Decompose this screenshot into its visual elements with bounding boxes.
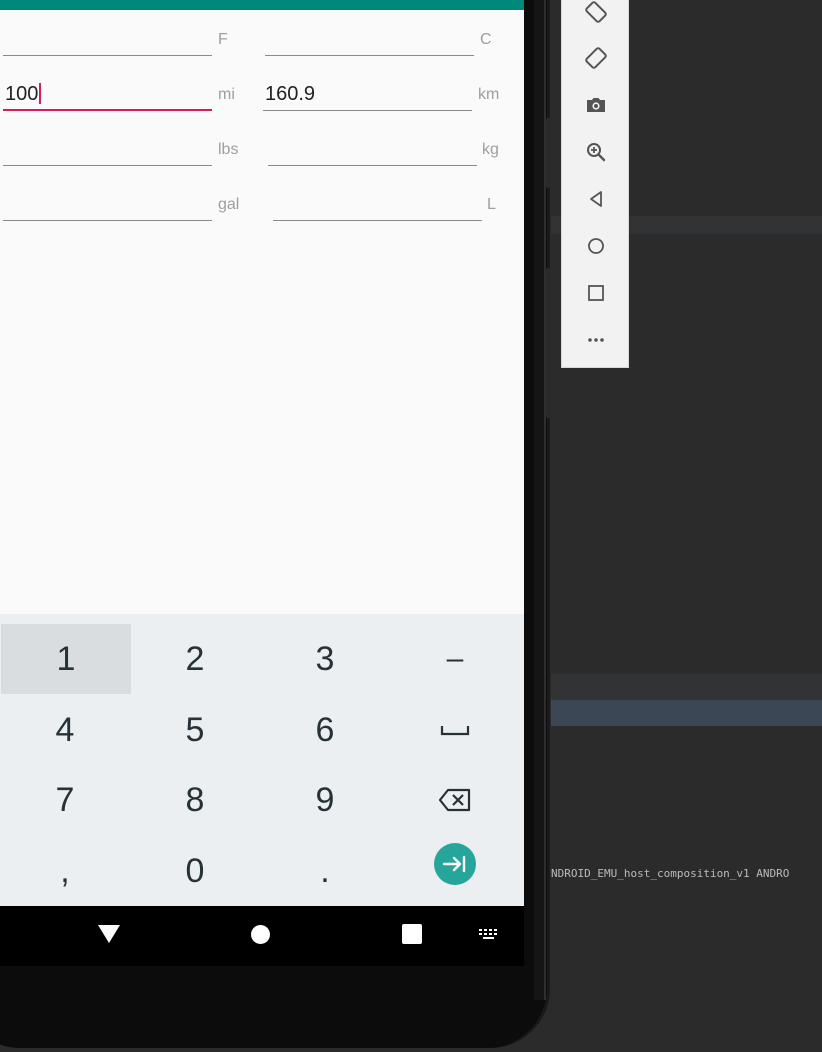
home-icon[interactable] [584,234,608,258]
space-icon [440,726,470,736]
key-period[interactable]: . [260,836,390,906]
celsius-input[interactable] [265,16,474,56]
camera-icon[interactable] [584,93,608,117]
key-space[interactable] [390,695,520,765]
power-button[interactable] [546,268,552,418]
ide-log-line: NDROID_EMU_host_composition_v1 ANDRO [551,867,790,880]
nav-recents-icon[interactable] [402,924,422,944]
volume-button[interactable] [546,118,552,188]
key-comma[interactable]: , [0,836,130,906]
keyboard-switch-icon[interactable] [478,928,500,940]
miles-input-value: 100 [5,83,39,105]
liters-unit-label: L [487,196,496,213]
device-edge [534,0,546,1000]
text-cursor [39,83,42,104]
celsius-unit-label: C [480,31,492,48]
nav-back-icon[interactable] [98,925,120,943]
pounds-input[interactable] [3,126,212,166]
pounds-unit-label: lbs [218,141,239,158]
key-1[interactable]: 1 [1,624,131,694]
key-3[interactable]: 3 [260,624,390,694]
gallons-unit-label: gal [218,196,240,213]
app-bar [0,0,524,10]
key-2[interactable]: 2 [130,624,260,694]
nav-home-icon[interactable] [251,925,270,944]
key-9[interactable]: 9 [260,765,390,835]
device-screen: F C 100 mi 160.9 km lbs kg gal L 1 2 3 – [0,0,524,966]
key-0[interactable]: 0 [130,836,260,906]
ide-log-header [551,674,822,700]
liters-input[interactable] [273,181,482,221]
key-7[interactable]: 7 [0,765,130,835]
fahrenheit-unit-label: F [218,31,228,48]
numeric-keyboard: 1 2 3 – 4 5 6 7 8 9 , 0 . [0,614,524,906]
system-navigation-bar [0,906,524,966]
backspace-icon [438,788,471,812]
rotate-left-icon[interactable] [584,0,608,24]
zoom-in-icon[interactable] [584,140,608,164]
kilograms-unit-label: kg [482,141,499,158]
gallons-input[interactable] [3,181,212,221]
key-8[interactable]: 8 [130,765,260,835]
miles-input[interactable]: 100 [3,71,212,111]
kilometers-unit-label: km [478,86,500,103]
kilometers-input[interactable]: 160.9 [263,71,472,111]
key-backspace[interactable] [390,765,520,835]
more-icon[interactable] [584,328,608,352]
kilograms-input[interactable] [268,126,477,166]
key-minus[interactable]: – [390,624,520,694]
key-5[interactable]: 5 [130,695,260,765]
key-6[interactable]: 6 [260,695,390,765]
key-4[interactable]: 4 [0,695,130,765]
ide-selected-log-line[interactable] [551,700,822,726]
overview-icon[interactable] [584,281,608,305]
next-field-icon [434,843,476,885]
rotate-right-icon[interactable] [584,46,608,70]
back-icon[interactable] [584,187,608,211]
emulator-toolbar [561,0,629,368]
miles-unit-label: mi [218,86,235,103]
key-next[interactable] [390,829,520,899]
fahrenheit-input[interactable] [3,16,212,56]
